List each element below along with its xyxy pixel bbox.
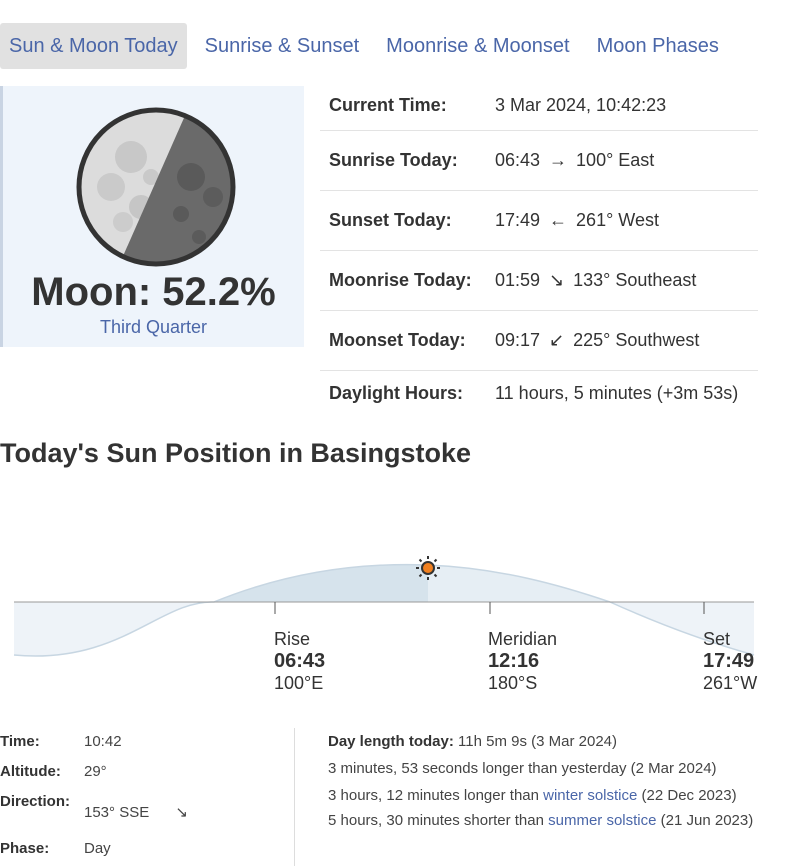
moonrise-row: Moonrise Today: 01:59 ↘ 133° Southeast [320, 251, 758, 311]
winter-solstice-link[interactable]: winter solstice [543, 787, 637, 804]
direction-arrow-icon: ↘ [175, 804, 188, 821]
rise-name: Rise [274, 629, 311, 649]
daylight-remaining-region [428, 565, 610, 602]
phase-value: Day [84, 840, 111, 857]
set-time: 17:49 [703, 650, 755, 672]
altitude-value: 29° [84, 763, 107, 780]
daylight-value: 11 hours, 5 minutes (+3m 53s) [495, 383, 739, 403]
moon-illumination: Moon: 52.2% [31, 270, 276, 314]
vertical-divider [294, 728, 295, 866]
set-name: Set [703, 629, 731, 649]
sunset-label: Sunset Today: [329, 210, 452, 230]
winter-prefix: 3 hours, 12 minutes longer than [328, 787, 544, 804]
arrow-right-icon: → [549, 150, 568, 170]
time-label: Time: [0, 733, 40, 750]
moonrise-time: 01:59 [495, 270, 541, 290]
arrow-left-icon: ← [549, 210, 568, 230]
set-label: Set 17:49 261°W [703, 629, 757, 694]
altitude-label: Altitude: [0, 763, 61, 780]
arrow-southeast-icon: ↘ [549, 270, 565, 290]
sunset-direction: 261° West [576, 210, 659, 230]
day-length-vs-winter: 3 hours, 12 minutes longer than winter s… [328, 782, 778, 809]
moonset-direction: 225° Southwest [573, 330, 700, 350]
time-value: 10:42 [84, 733, 122, 750]
summer-solstice-link[interactable]: summer solstice [548, 812, 656, 829]
daylight-label: Daylight Hours: [329, 383, 464, 403]
day-length-vs-summer: 5 hours, 30 minutes shorter than summer … [328, 809, 778, 833]
daylight-row: Daylight Hours: 11 hours, 5 minutes (+3m… [320, 371, 758, 416]
tab-sunrise-sunset[interactable]: Sunrise & Sunset [196, 23, 369, 69]
sunrise-label: Sunrise Today: [329, 150, 458, 170]
current-time-value: 3 Mar 2024, 10:42:23 [495, 94, 667, 115]
moonrise-direction: 133° Southeast [573, 270, 697, 290]
arrow-southwest-icon: ↙ [549, 330, 565, 350]
tab-bar: Sun & Moon Today Sunrise & Sunset Moonri… [0, 23, 737, 69]
tab-sun-moon-today[interactable]: Sun & Moon Today [0, 23, 187, 69]
current-time-row: Current Time: 3 Mar 2024, 10:42:23 [320, 80, 758, 131]
meridian-direction: 180°S [488, 673, 538, 693]
sunrise-row: Sunrise Today: 06:43 → 100° East [320, 131, 758, 191]
sun-moon-info-table: Current Time: 3 Mar 2024, 10:42:23 Sunri… [320, 80, 758, 416]
sunrise-direction: 100° East [576, 150, 655, 170]
day-length-value: 11h 5m 9s (3 Mar 2024) [458, 733, 617, 750]
phase-label: Phase: [0, 840, 50, 857]
night-region-left [14, 601, 214, 657]
day-length-label: Day length today: [328, 733, 454, 750]
sunrise-time: 06:43 [495, 150, 541, 170]
rise-time: 06:43 [274, 650, 326, 672]
direction-value: 153° SSE [84, 804, 150, 821]
moonset-time: 09:17 [495, 330, 541, 350]
summer-prefix: 5 hours, 30 minutes shorter than [328, 812, 549, 829]
moon-panel: Moon: 52.2% Third Quarter [0, 86, 304, 347]
moonset-label: Moonset Today: [329, 330, 466, 350]
moonrise-label: Moonrise Today: [329, 270, 472, 290]
daylight-elapsed-region [214, 564, 428, 602]
moonset-row: Moonset Today: 09:17 ↙ 225° Southwest [320, 311, 758, 371]
sunset-time: 17:49 [495, 210, 541, 230]
sun-path-chart [13, 556, 755, 657]
moon-icon [76, 107, 236, 267]
summer-suffix: (21 Jun 2023) [656, 812, 754, 829]
rise-direction: 100°E [274, 673, 324, 693]
moon-phase-name: Third Quarter [99, 317, 208, 337]
meridian-label: Meridian 12:16 180°S [488, 629, 557, 694]
day-length-details: Day length today: 11h 5m 9s (3 Mar 2024)… [328, 728, 778, 833]
tab-moon-phases[interactable]: Moon Phases [588, 23, 728, 69]
day-length-vs-yesterday: 3 minutes, 53 seconds longer than yester… [328, 760, 717, 777]
winter-suffix: (22 Dec 2023) [637, 787, 737, 804]
day-length-row: Day length today: 11h 5m 9s (3 Mar 2024) [328, 728, 778, 755]
meridian-time: 12:16 [488, 650, 540, 672]
current-time-label: Current Time: [329, 94, 447, 115]
meridian-name: Meridian [488, 629, 558, 649]
rise-label: Rise 06:43 100°E [274, 629, 325, 694]
section-title: Today's Sun Position in Basingstoke [0, 438, 471, 468]
direction-label: Direction: [0, 793, 71, 810]
set-direction: 261°W [703, 673, 758, 693]
sunset-row: Sunset Today: 17:49 ← 261° West [320, 191, 758, 251]
tab-moonrise-moonset[interactable]: Moonrise & Moonset [377, 23, 578, 69]
